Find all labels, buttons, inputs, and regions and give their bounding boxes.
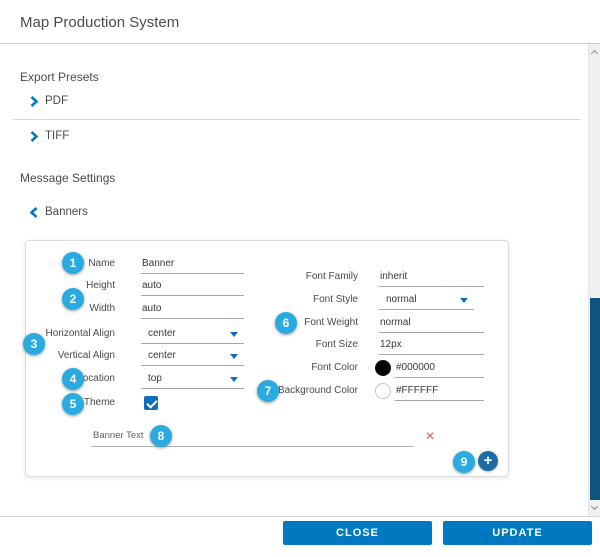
scroll-up-arrow-icon[interactable] <box>591 50 598 57</box>
callout-1: 1 <box>62 252 84 274</box>
scroll-down-arrow-icon[interactable] <box>591 503 598 510</box>
scrollbar-track[interactable] <box>588 44 600 516</box>
background-color-field: #FFFFFF <box>375 381 484 401</box>
chevron-down-icon <box>460 298 468 303</box>
height-field <box>141 276 244 296</box>
callout-7: 7 <box>257 380 279 402</box>
chevron-right-icon <box>30 131 38 142</box>
height-input[interactable] <box>141 277 244 296</box>
font-family-label: Font Family <box>258 271 358 283</box>
banner-text-input[interactable] <box>91 428 414 447</box>
page-title: Map Production System <box>20 14 179 31</box>
location-select[interactable]: top <box>141 369 244 389</box>
close-button[interactable]: CLOSE <box>283 521 432 545</box>
message-settings-heading: Message Settings <box>20 171 115 185</box>
font-style-value: normal <box>386 294 417 305</box>
callout-4: 4 <box>62 368 84 390</box>
font-color-value[interactable]: #000000 <box>395 358 484 378</box>
callout-8: 8 <box>150 425 172 447</box>
footer-divider <box>0 516 600 517</box>
callout-5: 5 <box>62 393 84 415</box>
banner-settings-panel: Name Height Width Horizontal Align Verti… <box>25 240 509 477</box>
font-size-label: Font Size <box>258 339 358 351</box>
theme-checkbox[interactable] <box>144 396 158 410</box>
callout-3: 3 <box>23 333 45 355</box>
chevron-down-icon <box>230 354 238 359</box>
vertical-align-value: center <box>148 350 176 361</box>
chevron-down-icon <box>230 332 238 337</box>
width-field <box>141 299 244 319</box>
preset-tiff-label: TIFF <box>45 130 69 142</box>
font-weight-input[interactable] <box>379 314 484 333</box>
back-to-banners-link[interactable]: Banners <box>30 205 88 219</box>
callout-6: 6 <box>275 312 297 334</box>
name-field <box>141 254 244 274</box>
chevron-down-icon <box>230 377 238 382</box>
font-family-input[interactable] <box>379 268 484 287</box>
font-size-field <box>379 335 484 355</box>
callout-9: 9 <box>453 451 475 473</box>
background-color-value[interactable]: #FFFFFF <box>395 381 484 401</box>
font-size-input[interactable] <box>379 336 484 355</box>
font-style-label: Font Style <box>258 294 358 306</box>
font-color-field: #000000 <box>375 358 484 378</box>
back-banners-label: Banners <box>45 206 88 218</box>
width-input[interactable] <box>141 300 244 319</box>
horizontal-align-value: center <box>148 328 176 339</box>
map-production-dialog: Map Production System Export Presets PDF… <box>0 0 600 557</box>
preset-pdf-label: PDF <box>45 95 68 107</box>
scrollbar-thumb[interactable] <box>590 298 600 500</box>
font-style-select[interactable]: normal <box>379 290 474 310</box>
export-presets-heading: Export Presets <box>20 70 99 84</box>
font-color-swatch[interactable] <box>375 360 391 376</box>
banner-text-field <box>91 427 414 447</box>
header-divider <box>0 43 600 44</box>
font-weight-field <box>379 313 484 333</box>
font-color-label: Font Color <box>258 362 358 374</box>
location-value: top <box>148 373 162 384</box>
callout-2: 2 <box>62 288 84 310</box>
horizontal-align-select[interactable]: center <box>141 324 244 344</box>
chevron-right-icon <box>30 96 38 107</box>
background-color-swatch[interactable] <box>375 383 391 399</box>
remove-banner-button[interactable]: × <box>420 427 440 447</box>
preset-divider <box>13 119 581 120</box>
font-weight-label: Font Weight <box>258 317 358 329</box>
name-input[interactable] <box>141 255 244 274</box>
font-family-field <box>379 267 484 287</box>
vertical-align-select[interactable]: center <box>141 346 244 366</box>
preset-pdf-expander[interactable]: PDF <box>30 94 68 108</box>
preset-tiff-expander[interactable]: TIFF <box>30 129 69 143</box>
chevron-left-icon <box>30 207 38 218</box>
update-button[interactable]: UPDATE <box>443 521 592 545</box>
add-banner-button[interactable]: + <box>478 451 498 471</box>
